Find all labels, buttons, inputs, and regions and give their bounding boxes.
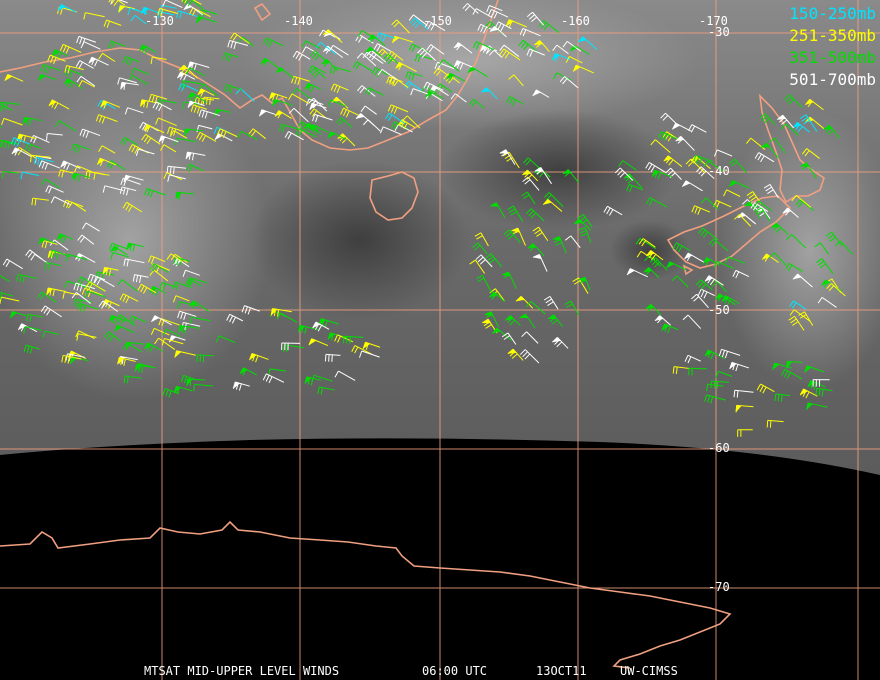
map-canvas bbox=[0, 0, 880, 680]
dry-slot bbox=[440, 110, 680, 230]
dry-slot bbox=[250, 160, 470, 320]
latitude-label: -70 bbox=[708, 580, 730, 594]
product-name: MTSAT MID-UPPER LEVEL WINDS bbox=[144, 664, 340, 678]
valid-time: 06:00 UTC bbox=[422, 664, 488, 678]
antarctica-coast bbox=[0, 520, 732, 669]
longitude-label: -160 bbox=[561, 14, 590, 28]
longitude-label: -150 bbox=[423, 14, 452, 28]
longitude-label: -130 bbox=[145, 14, 174, 28]
legend-150-250mb: 150-250mb bbox=[789, 4, 876, 23]
legend-501-700mb: 501-700mb bbox=[789, 70, 876, 89]
satellite-wind-map: 150-250mb 251-350mb 351-500mb 501-700mb … bbox=[0, 0, 880, 680]
latitude-label: -30 bbox=[708, 25, 730, 39]
longitude-label: -140 bbox=[284, 14, 313, 28]
image-date: 13OCT11 bbox=[536, 664, 587, 678]
legend-351-500mb: 351-500mb bbox=[789, 48, 876, 67]
latitude-label: -40 bbox=[708, 164, 730, 178]
latitude-label: -60 bbox=[708, 441, 730, 455]
legend-251-350mb: 251-350mb bbox=[789, 26, 876, 45]
latitude-label: -50 bbox=[708, 303, 730, 317]
credit: UW-CIMSS bbox=[620, 664, 678, 678]
image-caption: MTSAT MID-UPPER LEVEL WINDS 06:00 UTC 13… bbox=[0, 664, 880, 678]
